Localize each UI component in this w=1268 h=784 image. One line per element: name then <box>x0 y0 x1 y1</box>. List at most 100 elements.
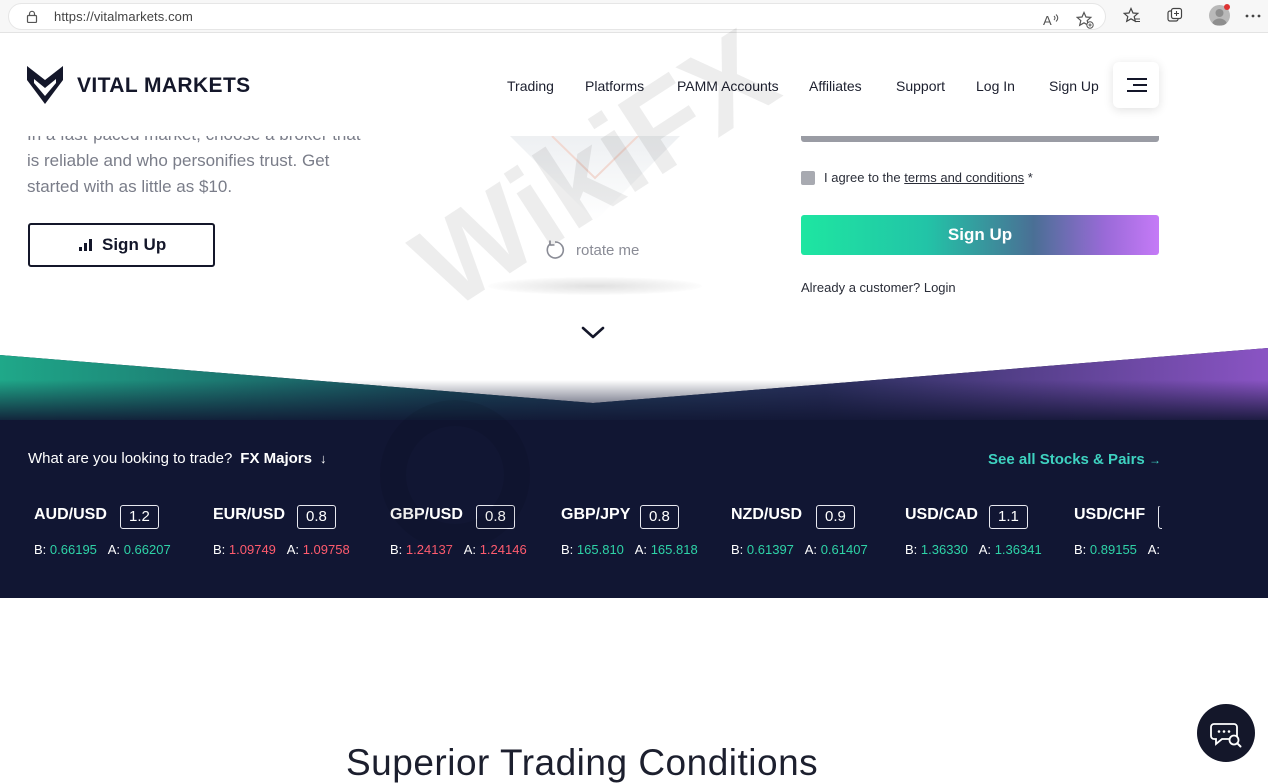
collections-icon[interactable] <box>1165 6 1185 26</box>
rotate-hint: rotate me <box>576 242 640 259</box>
svg-text:A: A <box>1043 13 1052 27</box>
market-dropdown[interactable]: FX Majors <box>240 450 312 467</box>
nav-platforms[interactable]: Platforms <box>585 78 644 94</box>
nav-support[interactable]: Support <box>896 78 945 94</box>
terms-checkbox[interactable] <box>801 171 815 185</box>
chat-icon <box>1210 723 1242 748</box>
ask-label: A: <box>634 542 648 557</box>
hero-description-line3: started with as little as $10. <box>27 177 233 196</box>
ticker-section: What are you looking to trade? FX Majors ↓… <box>0 340 1268 598</box>
section-title: Superior Trading Conditions <box>346 742 819 783</box>
bid-label: B: <box>905 542 918 557</box>
bid-label: B: <box>213 542 226 557</box>
bid-price: 1.09749 <box>228 542 276 557</box>
ask-price: 1.09758 <box>302 542 350 557</box>
nav-affiliates[interactable]: Affiliates <box>809 78 862 94</box>
pair-quote: B: 0.89155 A: <box>1074 542 1160 557</box>
notification-dot <box>1224 4 1230 10</box>
lock-icon <box>26 10 38 23</box>
pair-symbol: USD/CAD <box>905 506 978 523</box>
read-aloud-icon[interactable]: A <box>1041 10 1061 30</box>
url-text: https://vitalmarkets.com <box>54 9 193 24</box>
pair-symbol: USD/CHF <box>1074 506 1146 523</box>
nav-sign-up[interactable]: Sign Up <box>1049 78 1099 94</box>
bid-label: B: <box>1074 542 1087 557</box>
browser-toolbar: https://vitalmarkets.com A <box>0 0 1268 33</box>
trade-selector: What are you looking to trade? FX Majors ↓ <box>28 450 326 467</box>
pair-spread: 0.8 <box>640 505 679 529</box>
bid-label: B: <box>34 542 47 557</box>
arrow-right-icon: → <box>1148 453 1161 467</box>
ask-price: 0.61407 <box>820 542 868 557</box>
pair-quote: B: 165.810 A: 165.818 <box>561 542 698 557</box>
terms-required-mark: * <box>1024 170 1033 185</box>
chat-support-button[interactable] <box>1197 704 1255 762</box>
see-all-label: See all Stocks & Pairs <box>988 451 1145 468</box>
pair-symbol: AUD/USD <box>34 506 107 523</box>
hero-signup-label: Sign Up <box>102 235 167 254</box>
ask-price: 0.66207 <box>123 542 171 557</box>
bid-label: B: <box>390 542 403 557</box>
more-icon[interactable] <box>1243 6 1263 26</box>
nav-pamm-accounts[interactable]: PAMM Accounts <box>677 78 779 94</box>
menu-line-icon <box>1127 90 1147 92</box>
nav-log-in[interactable]: Log In <box>976 78 1015 94</box>
pair-spread <box>1158 506 1162 529</box>
logo-text[interactable]: VITAL MARKETS <box>77 74 251 98</box>
pair-quote: B: 0.61397 A: 0.61407 <box>731 542 868 557</box>
ask-label: A: <box>107 542 121 557</box>
bid-price: 165.810 <box>576 542 624 557</box>
bid-price: 0.66195 <box>49 542 97 557</box>
bid-label: B: <box>561 542 574 557</box>
terms-link[interactable]: terms and conditions <box>904 170 1024 185</box>
ask-label: A: <box>1147 542 1161 557</box>
nav-trading[interactable]: Trading <box>507 78 554 94</box>
watermark-logo <box>380 400 530 550</box>
ask-label: A: <box>804 542 818 557</box>
terms-prefix: I agree to the <box>824 170 905 185</box>
ask-price: 1.24146 <box>479 542 527 557</box>
menu-line-icon <box>1127 78 1147 80</box>
ask-label: A: <box>978 542 992 557</box>
form-input-field[interactable] <box>801 136 1159 142</box>
login-link[interactable]: Already a customer? Login <box>801 280 956 295</box>
pair-spread: 1.1 <box>989 505 1028 529</box>
bid-label: B: <box>731 542 744 557</box>
form-signup-button[interactable]: Sign Up <box>801 215 1159 255</box>
rotating-cube-graphic[interactable] <box>500 136 690 226</box>
bid-price: 0.61397 <box>746 542 794 557</box>
trade-question: What are you looking to trade? <box>28 450 233 467</box>
favorites-icon[interactable] <box>1122 6 1142 26</box>
vital-markets-logo-icon[interactable] <box>27 66 63 104</box>
terms-label: I agree to the terms and conditions * <box>824 170 1033 185</box>
hamburger-menu-button[interactable] <box>1113 62 1159 108</box>
bid-price: 0.89155 <box>1089 542 1137 557</box>
ask-label: A: <box>286 542 300 557</box>
bid-price: 1.36330 <box>920 542 968 557</box>
see-all-stocks-link[interactable]: See all Stocks & Pairs → <box>988 451 1161 468</box>
currency-pair[interactable]: USD/CHF B: 0.89155 A: <box>1074 506 1162 566</box>
pair-quote: B: 1.09749 A: 1.09758 <box>213 542 350 557</box>
rotate-icon <box>546 240 565 259</box>
address-bar[interactable]: https://vitalmarkets.com A <box>8 3 1106 30</box>
arrow-down-icon[interactable]: ↓ <box>320 451 327 466</box>
pair-spread: 0.8 <box>297 505 336 529</box>
ask-price: 1.36341 <box>994 542 1042 557</box>
pair-quote: B: 0.66195 A: 0.66207 <box>34 542 171 557</box>
pair-quote: B: 1.36330 A: 1.36341 <box>905 542 1042 557</box>
pair-spread: 1.2 <box>120 505 159 529</box>
favorite-add-icon[interactable] <box>1075 10 1095 30</box>
menu-line-icon <box>1133 84 1147 86</box>
pair-symbol: GBP/JPY <box>561 506 631 523</box>
pair-symbol: NZD/USD <box>731 506 803 523</box>
cube-shadow <box>488 277 702 295</box>
chevron-down-icon[interactable] <box>581 326 605 340</box>
hero-signup-button[interactable]: Sign Up <box>28 223 215 267</box>
form-signup-label: Sign Up <box>947 225 1013 244</box>
ask-price: 165.818 <box>650 542 698 557</box>
hero-description-line2: is reliable and who personifies trust. G… <box>27 151 330 170</box>
pair-symbol: EUR/USD <box>213 506 286 523</box>
pair-spread: 0.9 <box>816 505 855 529</box>
signal-bars-icon <box>79 239 92 251</box>
site-header: VITAL MARKETS Trading Platforms PAMM Acc… <box>0 34 1268 136</box>
